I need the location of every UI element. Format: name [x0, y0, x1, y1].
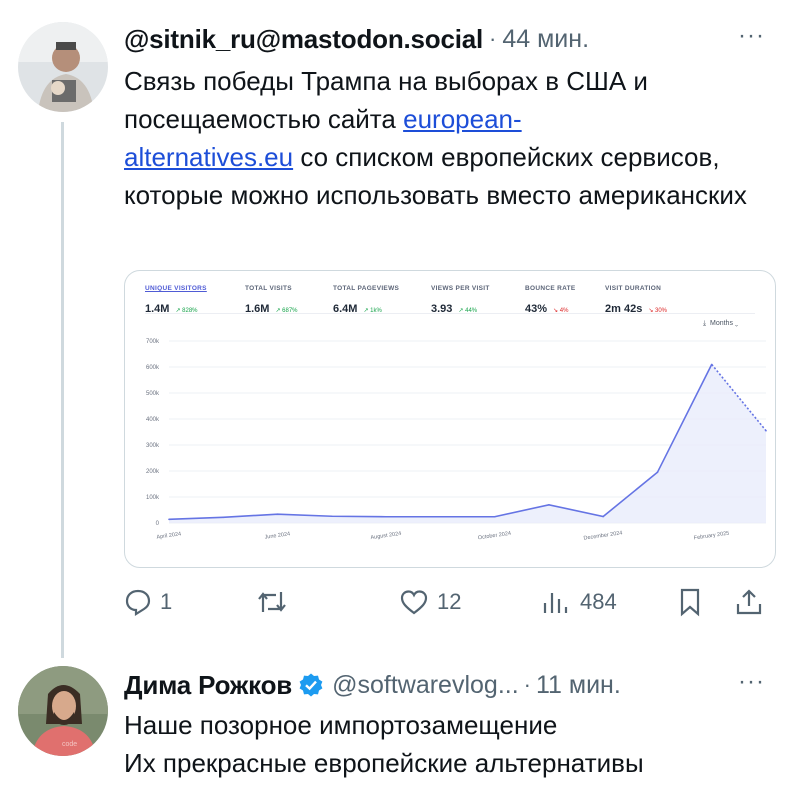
data-point	[656, 471, 659, 474]
series-area	[169, 364, 766, 523]
separator-dot: ·	[489, 26, 497, 51]
data-point	[493, 515, 496, 518]
post-timestamp[interactable]: 44 мин.	[502, 25, 589, 54]
x-tick-label: December 2024	[583, 530, 623, 541]
avatar-photo-icon: code	[18, 666, 108, 756]
thread-connector-line	[61, 122, 64, 658]
reply-line: Наше позорное импортозамещение	[124, 710, 558, 740]
reply-line: Их прекрасные европейские альтернативы	[124, 748, 644, 778]
data-point	[331, 515, 333, 518]
x-tick-label: October 2024	[478, 531, 512, 542]
reply-author-handle[interactable]: @softwarevlog...	[332, 671, 519, 700]
stat-label: VIEWS PER VISIT	[431, 285, 490, 292]
more-options-icon[interactable]: ···	[738, 22, 765, 50]
y-tick-label: 200k	[146, 469, 160, 475]
stat-value-row: 43% ↘ 4%	[525, 299, 576, 317]
repost-icon	[258, 592, 286, 612]
x-tick-label: June 2024	[264, 531, 290, 541]
post-actions: 1 12 484	[124, 582, 774, 622]
stat-value-row: 1.6M ↗ 687%	[245, 299, 298, 317]
stat-value-row: 2m 42s ↘ 30%	[605, 299, 667, 317]
reply-icon	[125, 589, 151, 616]
stat-label: BOUNCE RATE	[525, 285, 576, 292]
views-bar-chart-icon	[543, 593, 568, 613]
post-text: Связь победы Трампа на выборах в США и п…	[124, 66, 747, 210]
heart-icon	[400, 590, 428, 615]
stat-label: UNIQUE VISITORS	[145, 285, 207, 292]
reply-avatar[interactable]: code	[18, 666, 108, 756]
stats-divider	[145, 313, 755, 314]
x-tick-label: April 2024	[156, 531, 181, 540]
stat-label: TOTAL VISITS	[245, 285, 292, 292]
y-tick-label: 100k	[146, 495, 160, 501]
y-tick-label: 300k	[146, 443, 160, 449]
x-tick-label: February 2025	[693, 531, 729, 542]
data-point	[710, 363, 713, 366]
author-handle[interactable]: @sitnik_ru@mastodon.social	[124, 24, 483, 55]
separator-dot: ·	[523, 672, 531, 697]
data-point	[168, 518, 170, 521]
avatar[interactable]	[18, 22, 108, 112]
data-point	[439, 515, 442, 518]
data-point	[276, 513, 279, 515]
x-tick-label: August 2024	[370, 531, 401, 541]
views-button[interactable]: 484	[540, 582, 617, 622]
like-button[interactable]: 12	[399, 582, 461, 622]
share-button[interactable]	[734, 582, 764, 622]
share-icon	[736, 589, 762, 615]
reply-timestamp[interactable]: 11 мин.	[536, 671, 621, 700]
download-icon[interactable]: ⤓	[703, 320, 706, 327]
attached-image-card[interactable]: UNIQUE VISITORS 1.4M ↗ 828% TOTAL VISITS 1.6…	[124, 270, 776, 568]
avatar-photo-icon	[18, 22, 108, 112]
stat-value-row: 6.4M ↗ 1k%	[333, 299, 399, 317]
stat-label: VISIT DURATION	[605, 285, 662, 292]
period-selector[interactable]: ⤓ Months ⌄	[703, 320, 738, 328]
data-point	[385, 515, 387, 518]
data-point	[765, 429, 767, 432]
y-tick-label: 500k	[146, 391, 160, 397]
bookmark-icon	[680, 588, 700, 617]
y-tick-label: 600k	[146, 365, 160, 371]
reply-author-name[interactable]: Дима Рожков	[124, 670, 292, 701]
y-tick-label: 400k	[146, 417, 160, 423]
svg-text:code: code	[62, 741, 77, 748]
verified-badge-icon	[299, 673, 323, 697]
y-tick-label: 0	[156, 521, 160, 527]
reply-button[interactable]: 1	[124, 582, 172, 622]
reply-more-options-icon[interactable]: ···	[738, 668, 765, 696]
stat-value-row: 3.93 ↗ 44%	[431, 299, 490, 317]
visitors-line-chart: 0 100k 200k 300k 400k 500k 600k 700k April 2024 J…	[146, 339, 767, 542]
y-tick-label: 700k	[146, 339, 160, 345]
bookmark-button[interactable]	[677, 582, 703, 622]
data-point	[548, 504, 550, 506]
stat-value-row: 1.4M ↗ 828%	[145, 299, 207, 317]
data-point	[602, 515, 604, 518]
analytics-stats-row: UNIQUE VISITORS 1.4M ↗ 828% TOTAL VISITS 1.6…	[145, 285, 755, 315]
reply-text: Наше позорное импортозамещение Их прекра…	[124, 706, 774, 782]
data-point	[222, 516, 225, 519]
repost-button[interactable]	[256, 582, 288, 622]
stat-label: TOTAL PAGEVIEWS	[333, 285, 400, 292]
